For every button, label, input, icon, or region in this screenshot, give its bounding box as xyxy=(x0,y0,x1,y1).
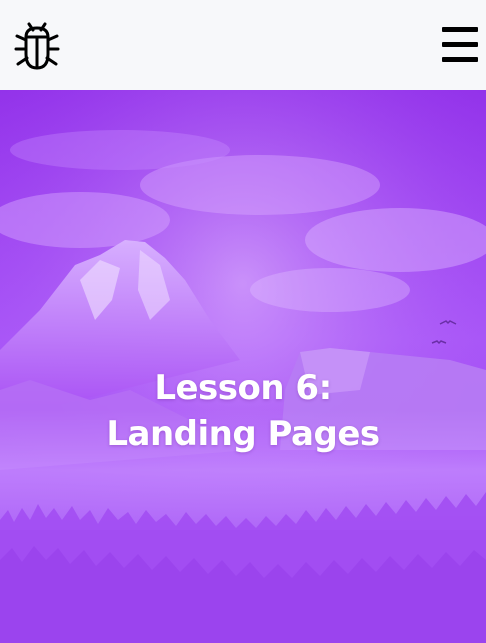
hero-title-line2: Landing Pages xyxy=(106,414,380,454)
hamburger-menu-icon[interactable] xyxy=(440,24,480,64)
hero-title-line1: Lesson 6: xyxy=(154,368,332,408)
bug-icon[interactable] xyxy=(12,20,62,72)
site-header xyxy=(0,0,486,90)
menu-bar xyxy=(442,57,478,62)
hero-title: Lesson 6: Landing Pages xyxy=(0,365,486,457)
menu-bar xyxy=(442,42,478,47)
hero-banner: Lesson 6: Landing Pages xyxy=(0,90,486,643)
menu-bar xyxy=(442,27,478,32)
